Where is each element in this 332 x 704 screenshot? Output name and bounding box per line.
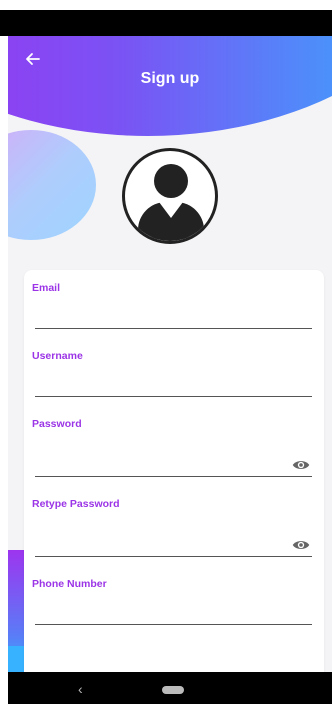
password-field-group: Password bbox=[32, 418, 312, 480]
email-field-group: Email bbox=[32, 282, 312, 332]
avatar[interactable] bbox=[122, 148, 218, 244]
status-bar bbox=[0, 0, 332, 10]
page-title: Sign up bbox=[140, 70, 200, 87]
retype-password-field[interactable] bbox=[35, 532, 312, 557]
password-label: Password bbox=[32, 418, 82, 430]
top-black-bar bbox=[0, 10, 332, 36]
eye-icon[interactable] bbox=[292, 456, 310, 474]
email-label: Email bbox=[32, 282, 61, 294]
retype-password-label: Retype Password bbox=[32, 498, 120, 510]
arrow-left-icon bbox=[26, 53, 40, 65]
phone-number-field[interactable] bbox=[35, 600, 312, 625]
avatar-collar-shape bbox=[159, 202, 183, 218]
back-button[interactable] bbox=[22, 48, 44, 70]
phone-number-field-group: Phone Number bbox=[32, 578, 312, 628]
decorative-circle bbox=[8, 130, 96, 240]
left-edge bbox=[0, 36, 8, 704]
password-field[interactable] bbox=[35, 452, 312, 477]
username-label: Username bbox=[32, 350, 83, 362]
signup-form-card: Email Username Password Retype Password … bbox=[24, 270, 324, 672]
username-field-group: Username bbox=[32, 350, 312, 400]
retype-password-field-group: Retype Password bbox=[32, 498, 312, 560]
nav-back-button[interactable]: ‹ bbox=[78, 681, 83, 697]
email-field[interactable] bbox=[35, 304, 312, 329]
content-area: Sign up Email Username Password Retype P… bbox=[8, 36, 332, 672]
username-field[interactable] bbox=[35, 372, 312, 397]
eye-icon[interactable] bbox=[292, 536, 310, 554]
nav-home-button[interactable] bbox=[162, 686, 184, 694]
phone-number-label: Phone Number bbox=[32, 578, 107, 590]
signup-screen: Sign up Email Username Password Retype P… bbox=[0, 0, 332, 704]
avatar-head-shape bbox=[154, 164, 188, 198]
system-nav-bar: ‹ bbox=[8, 672, 332, 704]
